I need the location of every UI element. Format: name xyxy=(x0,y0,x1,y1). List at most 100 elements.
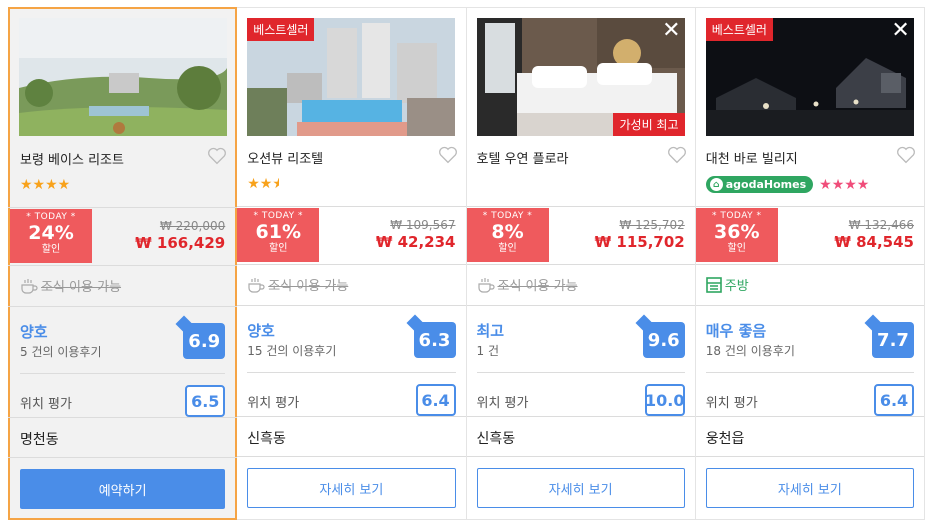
divider xyxy=(695,264,924,265)
amenity: 주방 xyxy=(705,275,749,294)
divider xyxy=(247,372,456,373)
divider xyxy=(237,305,466,306)
hotel-photo[interactable]: 베스트셀러 xyxy=(247,18,456,136)
review-count[interactable]: 1 건 xyxy=(477,342,500,359)
location-score: 6.5 xyxy=(185,385,226,417)
location-score: 6.4 xyxy=(415,384,456,416)
discount-percent: 8% xyxy=(491,221,524,243)
today-deal-badge: * TODAY * 36% 할인 xyxy=(695,208,778,262)
agoda-homes-pill: ⌂ agodaHomes xyxy=(705,176,814,193)
view-details-button[interactable]: 자세히 보기 xyxy=(705,468,914,508)
divider xyxy=(237,264,466,265)
divider xyxy=(466,416,695,417)
location-label: 위치 평가 xyxy=(476,396,529,411)
view-details-button[interactable]: 자세히 보기 xyxy=(247,468,456,508)
hotel-name[interactable]: 대천 바로 빌리지 xyxy=(706,148,798,167)
half-star-icon: ★ xyxy=(272,176,280,192)
divider xyxy=(695,456,924,457)
review-count[interactable]: 5 건의 이용후기 xyxy=(20,343,102,360)
hotel-photo[interactable]: 베스트셀러 ✕ xyxy=(705,18,914,136)
divider xyxy=(476,372,685,373)
breakfast-icon xyxy=(248,277,265,293)
heart-icon[interactable] xyxy=(438,146,458,164)
divider xyxy=(237,206,466,207)
hotel-name[interactable]: 오션뷰 리조텔 xyxy=(247,148,323,167)
location-label: 위치 평가 xyxy=(705,396,758,411)
agoda-homes-badge: ⌂ agodaHomes ★★★★ xyxy=(705,176,869,193)
discount-percent: 36% xyxy=(714,221,760,243)
review-count[interactable]: 15 건의 이용후기 xyxy=(247,342,336,359)
original-price: ₩ 220,000 xyxy=(159,219,226,233)
location-label: 위치 평가 xyxy=(247,396,300,411)
area-name: 신흑동 xyxy=(476,431,516,447)
review-count[interactable]: 18 건의 이용후기 xyxy=(706,342,795,359)
discounted-price: ₩ 42,234 xyxy=(375,233,456,251)
amenity-text: 조식 이용 가능 xyxy=(268,279,349,294)
divider xyxy=(237,416,466,417)
today-deal-badge: * TODAY * 24% 할인 xyxy=(10,209,92,263)
divider xyxy=(8,306,238,307)
location-score: 6.4 xyxy=(874,384,914,416)
today-deal-badge: * TODAY * 8% 할인 xyxy=(466,208,549,262)
discounted-price: ₩ 115,702 xyxy=(594,233,685,251)
divider xyxy=(8,265,238,266)
heart-icon[interactable] xyxy=(207,147,227,165)
amenity-text: 주방 xyxy=(724,279,749,294)
divider xyxy=(20,373,226,374)
hotel-photo[interactable] xyxy=(19,18,227,136)
today-label: * TODAY * xyxy=(711,211,762,221)
divider xyxy=(695,416,924,417)
hotel-photo[interactable]: ✕ 가성비 최고 xyxy=(476,18,685,136)
home-icon: ⌂ xyxy=(709,178,723,191)
area-name: 신흑동 xyxy=(247,431,286,447)
discount-percent: 61% xyxy=(255,221,301,243)
hotel-card-grid: 보령 베이스 리조트 ★★★★ * TODAY * 24% 할인 ₩ 220,0… xyxy=(8,7,925,520)
divider xyxy=(8,207,238,208)
agoda-homes-label: agodaHomes xyxy=(725,178,807,191)
area-name: 명천동 xyxy=(20,432,59,448)
original-price: ₩ 109,567 xyxy=(390,218,456,232)
area-name: 웅천읍 xyxy=(705,431,745,447)
amenity-text: 조식 이용 가능 xyxy=(497,279,578,294)
bestseller-badge: 베스트셀러 xyxy=(247,18,315,41)
divider xyxy=(8,417,238,418)
original-price: ₩ 132,466 xyxy=(848,218,914,232)
close-icon[interactable]: ✕ xyxy=(891,20,909,42)
discounted-price: ₩ 166,429 xyxy=(135,234,226,252)
amenity: 조식 이용 가능 xyxy=(247,275,348,294)
location-score: 10.0 xyxy=(644,384,685,416)
review-score: 9.6 xyxy=(642,322,685,358)
review-label: 양호 xyxy=(247,322,275,340)
close-icon[interactable]: ✕ xyxy=(662,20,680,42)
review-score: 7.7 xyxy=(872,322,914,358)
view-details-button[interactable]: 자세히 보기 xyxy=(476,468,685,508)
divider xyxy=(466,456,695,457)
star-rating: ★★★ xyxy=(247,176,280,192)
today-label: * TODAY * xyxy=(253,211,304,221)
today-deal-badge: * TODAY * 61% 할인 xyxy=(237,208,320,262)
divider xyxy=(695,206,924,207)
hotel-card[interactable]: 베스트셀러 ✕ 대천 바로 빌리지 ⌂ agodaHomes ★★★★ * TO… xyxy=(695,7,925,520)
divider xyxy=(8,457,238,458)
hotel-card[interactable]: 베스트셀러 오션뷰 리조텔 ★★★ * TODAY * 61% 할인 ₩ 109… xyxy=(237,7,467,520)
divider xyxy=(466,206,695,207)
hotel-name[interactable]: 보령 베이스 리조트 xyxy=(20,149,124,168)
original-price: ₩ 125,702 xyxy=(619,218,685,232)
divider xyxy=(705,372,914,373)
review-score: 6.9 xyxy=(183,323,226,359)
discount-sub: 할인 xyxy=(41,244,61,255)
heart-icon[interactable] xyxy=(896,146,916,164)
location-label: 위치 평가 xyxy=(20,397,72,412)
hotel-card[interactable]: ✕ 가성비 최고 호텔 우연 플로라 * TODAY * 8% 할인 ₩ 125… xyxy=(466,7,696,520)
breakfast-icon xyxy=(477,277,495,293)
review-label: 최고 xyxy=(476,322,505,340)
amenity: 조식 이용 가능 xyxy=(20,276,121,295)
divider xyxy=(466,305,695,306)
amenity: 조식 이용 가능 xyxy=(477,275,578,294)
book-button[interactable]: 예약하기 xyxy=(20,469,226,509)
review-label: 양호 xyxy=(20,323,48,341)
hotel-name[interactable]: 호텔 우연 플로라 xyxy=(477,148,569,167)
heart-icon[interactable] xyxy=(667,146,687,164)
divider xyxy=(237,456,466,457)
hotel-card[interactable]: 보령 베이스 리조트 ★★★★ * TODAY * 24% 할인 ₩ 220,0… xyxy=(8,7,238,520)
